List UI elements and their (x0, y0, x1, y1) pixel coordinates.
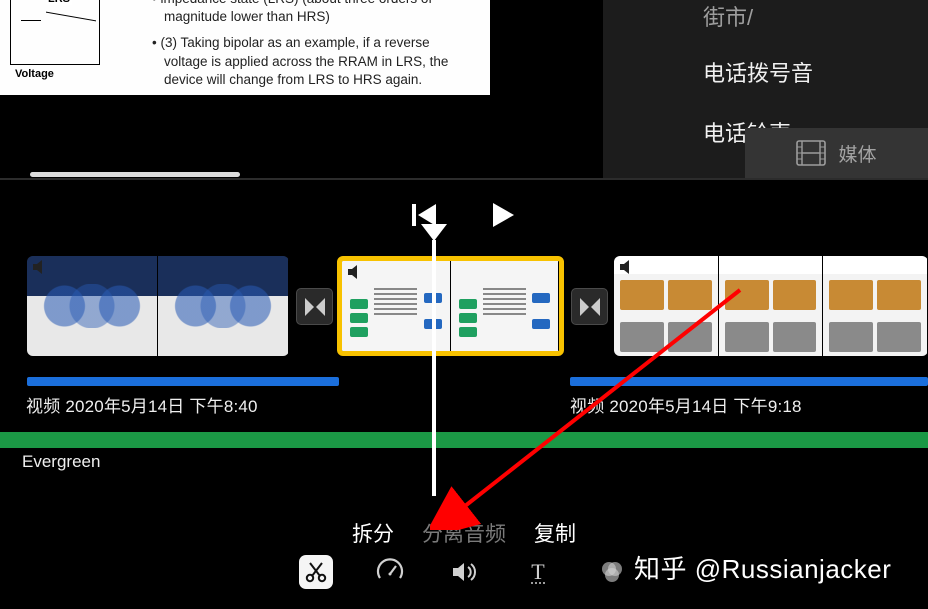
media-tab-label: 媒体 (838, 140, 876, 167)
preview-scroll-track (0, 178, 928, 180)
tool-filters[interactable] (595, 555, 629, 589)
video-preview: LRS Voltage • impedance state (LRS) (abo… (0, 0, 595, 130)
skip-back-icon[interactable] (412, 204, 438, 226)
mute-icon (620, 260, 636, 274)
mute-icon (33, 260, 49, 274)
transport-controls (0, 198, 928, 232)
transition-button-right[interactable] (571, 288, 608, 325)
sound-item-dial-tone[interactable]: 电话拨号音 (603, 42, 928, 102)
playhead[interactable] (432, 240, 436, 496)
timeline-clip-3[interactable] (614, 256, 928, 356)
transition-button-left[interactable] (296, 288, 333, 325)
filters-icon (598, 558, 626, 586)
media-tab[interactable]: 媒体 (745, 128, 928, 178)
clip-1-label: 视频 2020年5月14日 下午8:40 (26, 392, 258, 417)
volume-icon (450, 558, 478, 586)
tool-speed[interactable] (373, 555, 407, 589)
slide-bullet-2: • (3) Taking bipolar as an example, if a… (140, 34, 460, 89)
mute-icon (348, 265, 364, 279)
tool-cut[interactable] (299, 555, 333, 589)
media-icon (796, 140, 826, 166)
clip-1-audio-strip[interactable] (27, 377, 339, 386)
slide-bullet-1: • impedance state (LRS) (about three ord… (140, 0, 460, 26)
scissors-icon (304, 560, 328, 584)
timeline-clip-2-selected[interactable] (337, 256, 564, 356)
music-track[interactable] (0, 432, 928, 448)
preview-scroll-thumb[interactable] (30, 172, 240, 177)
clip-3-label: 视频 2020年5月14日 下午9:18 (570, 392, 802, 417)
graph-lrs-label: LRS (46, 0, 72, 5)
sound-item-street[interactable]: 街市/ (603, 0, 928, 42)
svg-text:T: T (531, 559, 545, 584)
graph-voltage-label: Voltage (15, 68, 54, 80)
ctx-detach-audio[interactable]: 分离音频 (422, 518, 506, 548)
music-track-label: Evergreen (22, 452, 100, 472)
timeline-clip-1[interactable] (27, 256, 289, 356)
tool-volume[interactable] (447, 555, 481, 589)
clip-3-audio-strip[interactable] (570, 377, 928, 386)
ctx-duplicate[interactable]: 复制 (534, 518, 576, 548)
speedometer-icon (376, 558, 404, 586)
clip-context-bar: 拆分 分离音频 复制 (0, 513, 928, 553)
bottom-toolbar: T (0, 555, 928, 609)
tool-text[interactable]: T (521, 555, 555, 589)
text-icon: T (525, 559, 551, 585)
slide-content: LRS Voltage • impedance state (LRS) (abo… (0, 0, 490, 95)
timeline[interactable]: 视频 2020年5月14日 下午8:40 视频 2020年5月14日 下午9:1… (0, 240, 928, 500)
play-icon[interactable] (490, 202, 516, 228)
ctx-split[interactable]: 拆分 (352, 518, 394, 548)
